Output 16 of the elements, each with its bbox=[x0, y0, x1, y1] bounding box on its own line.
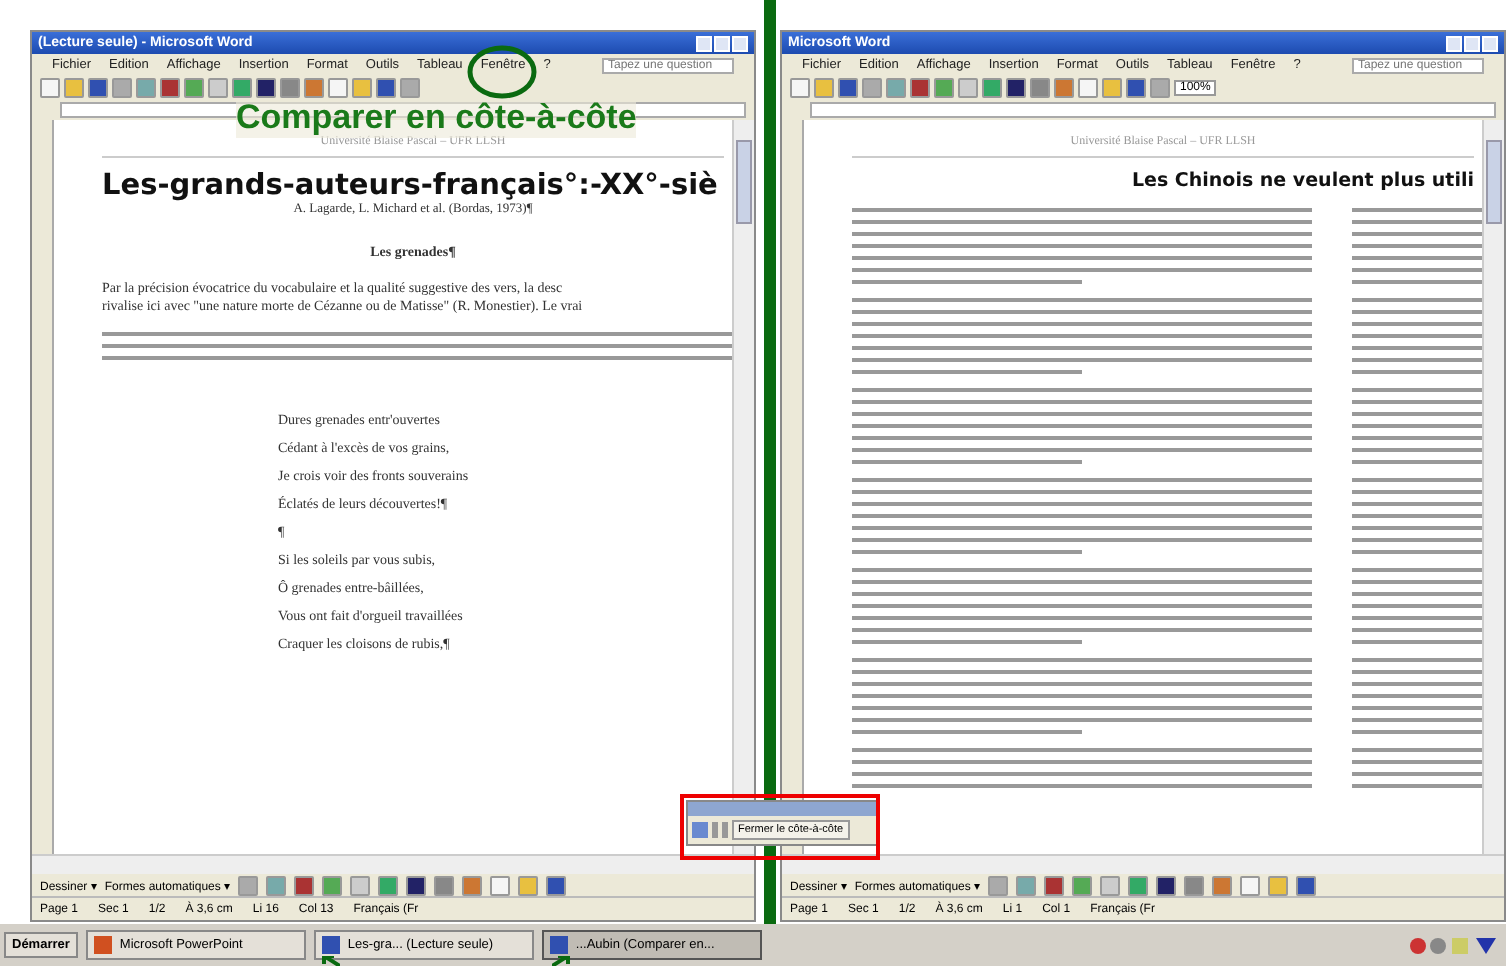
arrow bbox=[552, 956, 570, 966]
document-title: Les Chinois ne veulent plus utili bbox=[1129, 170, 1474, 192]
tray-icons-drawing bbox=[1406, 933, 1502, 958]
scrollbar[interactable] bbox=[1482, 120, 1504, 855]
toolbar-icon[interactable] bbox=[406, 875, 427, 896]
annotation-caption: Comparer en côte-à-côte bbox=[236, 98, 637, 138]
highlight-ellipse bbox=[466, 44, 538, 100]
toolbar-icon[interactable] bbox=[1156, 875, 1177, 896]
toolbar-icon[interactable] bbox=[1296, 875, 1317, 896]
toolbar-icon[interactable] bbox=[294, 875, 315, 896]
document-title: Les-grands-auteurs-français°:-XX°-siè bbox=[102, 170, 720, 202]
toolbar-icon[interactable] bbox=[1044, 875, 1065, 896]
scrollbar[interactable] bbox=[782, 854, 1504, 875]
toolbar-icon[interactable] bbox=[546, 875, 567, 896]
scrollbar[interactable] bbox=[32, 854, 754, 875]
arrow bbox=[322, 956, 340, 966]
